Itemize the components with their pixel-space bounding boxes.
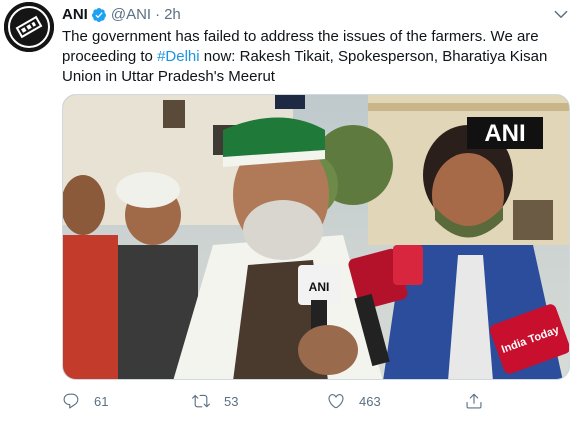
display-name[interactable]: ANI bbox=[62, 6, 88, 24]
hashtag-link[interactable]: #Delhi bbox=[157, 48, 200, 65]
more-options-icon[interactable] bbox=[548, 4, 574, 24]
timestamp[interactable]: 2h bbox=[164, 6, 181, 24]
heart-icon bbox=[328, 394, 344, 409]
reply-icon bbox=[63, 393, 79, 409]
retweet-count: 53 bbox=[224, 393, 239, 409]
retweet-button[interactable]: 53 bbox=[192, 390, 238, 412]
reply-count: 61 bbox=[94, 393, 109, 409]
tweet-media-image[interactable]: ANI ANI India Today bbox=[62, 94, 570, 380]
separator-dot: · bbox=[155, 6, 161, 23]
handle[interactable]: @ANI bbox=[111, 6, 151, 24]
share-icon bbox=[466, 393, 482, 409]
avatar[interactable] bbox=[4, 2, 54, 52]
tweet-header: ANI @ANI · 2h bbox=[62, 6, 181, 24]
like-count: 463 bbox=[359, 393, 381, 409]
ani-logo-avatar-icon bbox=[4, 2, 54, 52]
tweet-text: The government has failed to address the… bbox=[62, 27, 562, 87]
mic-label: ANI bbox=[309, 280, 330, 294]
verified-badge-icon bbox=[91, 7, 107, 23]
reply-button[interactable]: 61 bbox=[62, 390, 108, 412]
share-button[interactable] bbox=[465, 390, 497, 412]
action-bar: 61 53 463 bbox=[62, 390, 502, 412]
like-button[interactable]: 463 bbox=[327, 390, 381, 412]
retweet-icon bbox=[192, 394, 210, 408]
tweet[interactable]: ANI @ANI · 2h The government has failed … bbox=[0, 0, 582, 421]
farmers-press-photo: ANI ANI India Today bbox=[63, 95, 569, 379]
media-watermark: ANI bbox=[484, 120, 525, 147]
